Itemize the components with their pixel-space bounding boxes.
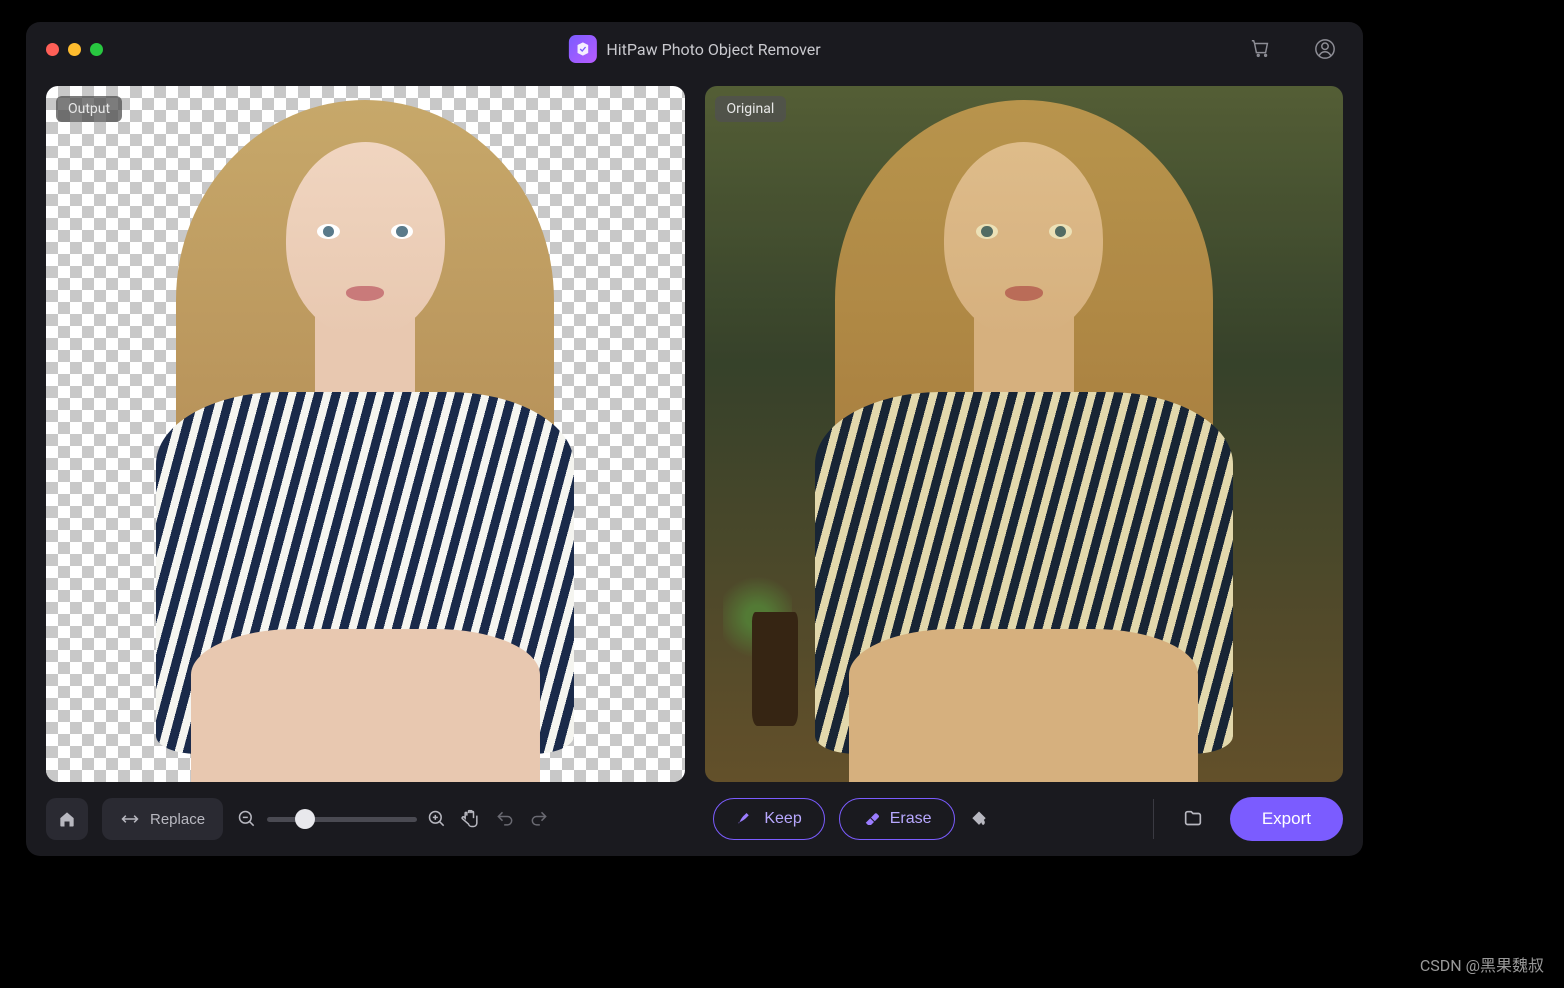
zoom-out-button[interactable] [237, 798, 257, 840]
title-actions [1243, 31, 1343, 67]
title-center: HitPaw Photo Object Remover [568, 35, 820, 63]
undo-button[interactable] [495, 798, 515, 840]
output-folder-button[interactable] [1172, 798, 1214, 840]
history-controls [495, 798, 549, 840]
toolbar-divider [1153, 799, 1154, 839]
selection-overlay [705, 86, 1344, 782]
output-badge: Output [56, 96, 122, 122]
zoom-in-button[interactable] [427, 798, 447, 840]
zoom-controls [237, 798, 447, 840]
zoom-slider[interactable] [267, 817, 417, 822]
redo-button[interactable] [529, 798, 549, 840]
close-window-button[interactable] [46, 43, 59, 56]
titlebar: HitPaw Photo Object Remover [26, 22, 1363, 76]
toolbar: Replace Ke [26, 782, 1363, 856]
zoom-slider-thumb[interactable] [295, 809, 315, 829]
output-subject [116, 86, 614, 782]
app-title: HitPaw Photo Object Remover [606, 40, 820, 59]
replace-button[interactable]: Replace [102, 798, 223, 840]
fill-button[interactable] [969, 798, 989, 840]
cart-button[interactable] [1243, 31, 1279, 67]
erase-button[interactable]: Erase [839, 798, 955, 840]
watermark: CSDN @黑果魏叔 [1420, 952, 1544, 976]
keep-button[interactable]: Keep [713, 798, 824, 840]
traffic-lights [46, 43, 103, 56]
app-icon [568, 35, 596, 63]
profile-button[interactable] [1307, 31, 1343, 67]
original-panel[interactable]: Original [705, 86, 1344, 782]
output-panel[interactable]: Output [46, 86, 685, 782]
keep-label: Keep [764, 810, 801, 828]
minimize-window-button[interactable] [68, 43, 81, 56]
original-badge: Original [715, 96, 787, 122]
export-button[interactable]: Export [1230, 797, 1343, 841]
tool-selection: Keep Erase [713, 798, 988, 840]
erase-label: Erase [890, 810, 932, 828]
maximize-window-button[interactable] [90, 43, 103, 56]
home-button[interactable] [46, 798, 88, 840]
app-window: HitPaw Photo Object Remover Output [26, 22, 1363, 856]
workspace: Output Original [26, 76, 1363, 782]
pan-button[interactable] [461, 798, 481, 840]
replace-label: Replace [150, 811, 205, 828]
export-group: Export [1172, 797, 1343, 841]
